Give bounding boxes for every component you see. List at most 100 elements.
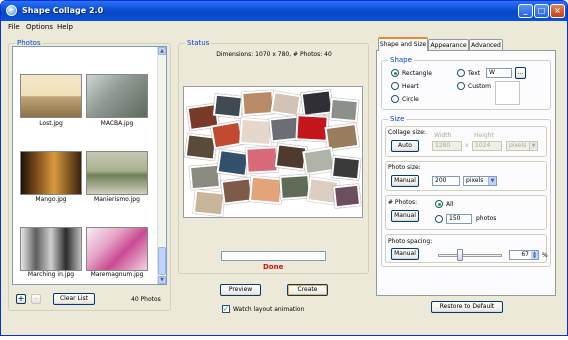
photo-caption-manierismo: Manierismo.jpg [94, 196, 140, 203]
photo-size-input[interactable]: 200 [432, 176, 460, 186]
photo-caption-maremagnum: Maremagnum.jpg [90, 271, 144, 278]
photo-spacing-spinner[interactable]: 67 ▲ ▼ [509, 250, 539, 260]
photo-spacing-unit: % [542, 252, 548, 259]
collage-preview [183, 86, 363, 218]
shape-text-label: Text [468, 70, 481, 77]
status-group-label: Status [185, 39, 212, 47]
collage-photo [212, 93, 244, 119]
scroll-down-icon[interactable]: ▼ [158, 276, 166, 284]
menu-help[interactable]: Help [57, 23, 73, 31]
size-group-label: Size [388, 115, 407, 123]
menu-options[interactable]: Options [26, 23, 53, 31]
height-label: Height [474, 132, 494, 139]
title-bar[interactable]: Shape Collage 2.0 _ □ × [1, 1, 567, 21]
restore-default-button[interactable]: Restore to Default [431, 301, 503, 313]
photo-spacing-mode-button[interactable]: Manual [391, 248, 419, 260]
photo-count: 40 Photos [131, 296, 161, 303]
shape-text-input[interactable]: W [486, 68, 512, 78]
dimensions-text: Dimensions: 1070 x 780, # Photos: 40 [216, 51, 332, 58]
status-done-text: Done [263, 263, 284, 271]
photo-spacing-value: 67 [521, 251, 529, 258]
num-photos-mode-button[interactable]: Manual [391, 210, 419, 222]
collage-photo [192, 189, 226, 217]
shape-rectangle-label: Rectangle [402, 70, 432, 77]
collage-height-input[interactable]: 1024 [472, 141, 502, 151]
collage-photo [330, 155, 362, 181]
collage-photo [329, 97, 359, 123]
collage-photo [270, 90, 302, 118]
photo-size-mode-button[interactable]: Manual [391, 175, 419, 187]
photo-thumbnail-macba[interactable] [86, 74, 148, 118]
photo-size-label: Photo size: [388, 164, 421, 171]
photo-caption-macba: MACBA.jpg [100, 120, 134, 127]
shape-text-radio[interactable] [457, 69, 465, 77]
collage-photo [216, 149, 250, 177]
window-title: Shape Collage 2.0 [22, 6, 104, 15]
num-photos-all-radio[interactable] [435, 200, 443, 208]
collage-width-input[interactable]: 1280 [432, 141, 462, 151]
scroll-up-icon[interactable]: ▲ [158, 47, 166, 55]
add-photo-button[interactable]: + [16, 294, 26, 304]
num-photos-unit: photos [476, 215, 497, 222]
clear-list-button[interactable]: Clear List [53, 293, 95, 305]
photo-size-unit-select[interactable]: pixels ▼ [463, 176, 497, 186]
photo-list[interactable]: Lost.jpg MACBA.jpg Mango.jpg Manierismo.… [12, 46, 167, 285]
chevron-down-icon: ▼ [529, 142, 537, 150]
shape-custom-label: Custom [468, 83, 491, 90]
font-browse-button[interactable]: ... [515, 67, 526, 79]
chevron-down-icon: ▼ [488, 177, 496, 185]
shape-group-label: Shape [388, 56, 414, 64]
width-label: Width [434, 132, 452, 139]
photo-thumbnail-lost[interactable] [20, 74, 82, 118]
photo-thumbnail-mango[interactable] [20, 151, 82, 195]
menu-bar: File Options Help [1, 21, 567, 33]
photo-thumbnail-manierismo[interactable] [86, 151, 148, 195]
photo-spacing-slider[interactable] [438, 254, 502, 257]
custom-shape-preview[interactable] [495, 81, 520, 105]
menu-file[interactable]: File [8, 23, 20, 31]
num-photos-all-label: All [446, 201, 454, 208]
collage-photo [248, 175, 284, 205]
shape-heart-radio[interactable] [391, 82, 399, 90]
collage-size-mode-button[interactable]: Auto [391, 140, 419, 152]
create-button[interactable]: Create [287, 284, 328, 296]
check-icon: ✓ [223, 305, 229, 313]
tab-shape-and-size[interactable]: Shape and Size [378, 37, 428, 51]
photo-caption-lost: Lost.jpg [39, 120, 63, 127]
collage-photo [239, 117, 273, 147]
num-photos-label: # Photos: [388, 199, 418, 206]
photo-thumbnail-marching-in[interactable] [20, 227, 82, 271]
photo-list-scrollbar[interactable]: ▲ ▼ [157, 47, 166, 284]
app-icon [6, 5, 17, 16]
maximize-button[interactable]: □ [534, 4, 549, 18]
scrollbar-thumb[interactable] [158, 247, 166, 275]
shape-custom-radio[interactable] [457, 82, 465, 90]
watch-animation-label: Watch layout animation [233, 306, 305, 313]
photo-caption-mango: Mango.jpg [35, 196, 67, 203]
photo-thumbnail-maremagnum[interactable] [86, 227, 148, 271]
progress-bar [221, 251, 326, 261]
minimize-button[interactable]: _ [518, 4, 533, 18]
num-photos-input[interactable]: 150 [446, 214, 472, 224]
num-photos-count-radio[interactable] [435, 215, 443, 223]
close-button[interactable]: × [550, 4, 565, 18]
shape-circle-label: Circle [402, 96, 419, 103]
collage-unit-select[interactable]: pixels ▼ [506, 141, 538, 151]
app-window: Shape Collage 2.0 _ □ × File Options Hel… [0, 0, 568, 336]
collage-photo [332, 183, 362, 209]
photo-spacing-label: Photo spacing: [388, 238, 433, 245]
collage-photo [300, 89, 334, 117]
times-label: x [465, 142, 469, 149]
shape-heart-label: Heart [402, 83, 419, 90]
spinner-arrows-icon[interactable]: ▲ ▼ [531, 251, 538, 259]
collage-photo [245, 146, 279, 174]
photo-caption-marching-in: Marching in.jpg [27, 271, 75, 278]
remove-photo-button[interactable]: - [31, 294, 41, 304]
watch-animation-checkbox[interactable]: ✓ [222, 305, 230, 313]
slider-handle[interactable] [457, 249, 464, 261]
photo-size-unit-value: pixels [466, 177, 484, 184]
collage-size-label: Collage size: [388, 129, 426, 136]
shape-rectangle-radio[interactable] [391, 69, 399, 77]
shape-circle-radio[interactable] [391, 95, 399, 103]
preview-button[interactable]: Preview [220, 284, 261, 296]
